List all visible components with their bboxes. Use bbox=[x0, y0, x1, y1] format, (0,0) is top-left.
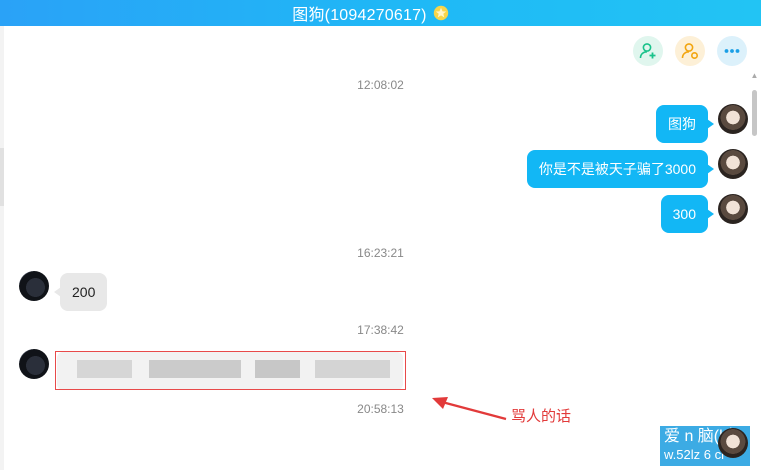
left-panel-handle[interactable] bbox=[0, 148, 4, 206]
avatar[interactable] bbox=[718, 428, 748, 458]
timestamp: 20:58:13 bbox=[357, 402, 404, 416]
timestamp: 17:38:42 bbox=[357, 323, 404, 337]
avatar[interactable] bbox=[718, 149, 748, 179]
highlight-box bbox=[55, 351, 406, 390]
annotation-label: 骂人的话 bbox=[511, 408, 572, 425]
avatar[interactable] bbox=[718, 194, 748, 224]
timestamp: 16:23:21 bbox=[357, 246, 404, 260]
timestamp: 12:08:02 bbox=[357, 78, 404, 92]
add-member-button[interactable] bbox=[633, 36, 663, 66]
message-bubble[interactable]: 200 bbox=[53, 273, 108, 311]
title-bar: 图狗(1094270617) bbox=[0, 0, 761, 26]
window-title: 图狗(1094270617) bbox=[292, 7, 427, 24]
user-settings-icon bbox=[681, 43, 699, 60]
user-settings-button[interactable] bbox=[675, 36, 705, 66]
more-button[interactable] bbox=[717, 36, 747, 66]
message-bubble[interactable]: 图狗 bbox=[656, 105, 714, 143]
message-bubble[interactable]: 300 bbox=[660, 195, 715, 233]
user-add-icon bbox=[639, 43, 656, 59]
avatar[interactable] bbox=[19, 271, 49, 301]
avatar[interactable] bbox=[19, 349, 49, 379]
more-icon bbox=[724, 49, 740, 53]
avatar[interactable] bbox=[718, 104, 748, 134]
message-bubble[interactable]: 你是不是被天子骗了3000 bbox=[526, 150, 715, 188]
scrollbar-thumb[interactable] bbox=[752, 90, 757, 136]
annotation-arrow-icon bbox=[432, 397, 507, 421]
star-icon bbox=[433, 5, 448, 21]
